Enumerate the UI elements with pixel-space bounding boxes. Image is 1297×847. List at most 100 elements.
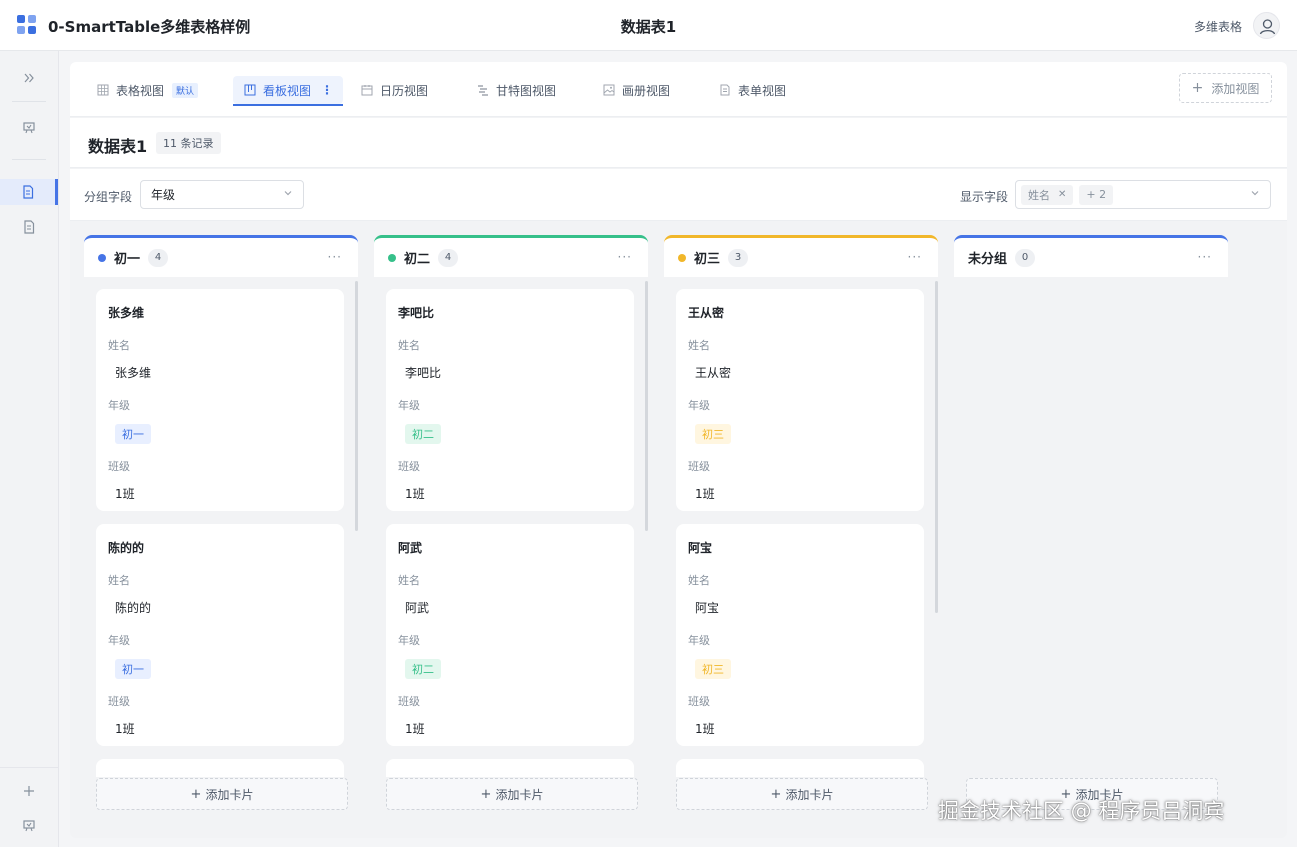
- kanban-card[interactable]: 阿宝 姓名 阿宝 年级 初三 班级 1班: [676, 524, 924, 746]
- field-label-class: 班级: [398, 695, 420, 708]
- grade-tag: 初三: [695, 659, 731, 679]
- card-title: 李吧比: [398, 306, 435, 320]
- plus-icon: +: [1191, 80, 1204, 96]
- form-icon: [718, 83, 732, 97]
- user-avatar[interactable]: [1253, 12, 1280, 39]
- card-title: 张多维: [108, 306, 145, 320]
- field-value-class: 1班: [115, 487, 135, 501]
- kanban-card[interactable]: 李吧比 姓名 李吧比 年级 初二 班级 1班: [386, 289, 634, 511]
- main-panel: 表格视图 默认 看板视图 ⋮ 日历视图 甘特图视图 画册视图 表单视图 + 添加…: [70, 62, 1287, 838]
- user-icon: [1259, 19, 1276, 35]
- column-count: 4: [438, 248, 459, 267]
- add-card-button[interactable]: + 添加卡片: [386, 778, 638, 810]
- tab-label: 看板视图: [263, 83, 312, 98]
- kanban-card-partial[interactable]: [96, 759, 344, 777]
- column-header[interactable]: 初二 4 ···: [374, 235, 648, 277]
- table-grid-icon: [96, 83, 110, 97]
- field-label-grade: 年级: [398, 399, 420, 412]
- kanban-card[interactable]: 陈的的 姓名 陈的的 年级 初一 班级 1班: [96, 524, 344, 746]
- more-icon[interactable]: ···: [1198, 250, 1212, 264]
- app-type-label[interactable]: 多维表格: [1194, 18, 1242, 35]
- column-scrollbar[interactable]: [935, 281, 938, 613]
- default-badge: 默认: [172, 82, 199, 98]
- left-sidebar: [0, 51, 59, 847]
- group-field-value: 年级: [151, 188, 176, 202]
- field-label-grade: 年级: [108, 634, 130, 647]
- filter-bar: 分组字段 年级 显示字段 姓名 ✕ + 2: [70, 169, 1287, 221]
- kanban-icon: [243, 83, 257, 97]
- kanban-card[interactable]: 阿武 姓名 阿武 年级 初二 班级 1班: [386, 524, 634, 746]
- display-field-tag[interactable]: 姓名 ✕: [1021, 184, 1074, 205]
- card-title: 王从密: [688, 306, 725, 320]
- add-table-icon[interactable]: [0, 778, 58, 804]
- field-value-name: 李吧比: [405, 366, 442, 380]
- column-name: 初二: [404, 252, 431, 267]
- column-scrollbar[interactable]: [355, 281, 358, 531]
- display-field-more-tag[interactable]: + 2: [1079, 184, 1114, 205]
- document-icon: [24, 220, 35, 234]
- field-label-grade: 年级: [108, 399, 130, 412]
- column-body: 张多维 姓名 张多维 年级 初一 班级 1班 陈的的 姓名 陈的的 年级 初一 …: [84, 277, 358, 777]
- field-value-class: 1班: [405, 487, 425, 501]
- tab-gantt-view[interactable]: 甘特图视图: [466, 76, 566, 104]
- tab-gallery-view[interactable]: 画册视图: [592, 76, 680, 104]
- kanban-column-unassigned: 未分组 0 ··· + 添加卡片: [954, 235, 1228, 815]
- chevron-down-icon: [283, 188, 293, 201]
- table-header: 数据表1 11 条记录: [70, 118, 1287, 168]
- grade-tag: 初三: [695, 424, 731, 444]
- field-label-grade: 年级: [688, 399, 710, 412]
- record-count-badge: 11 条记录: [156, 132, 221, 154]
- tab-label: 日历视图: [380, 83, 429, 98]
- field-label-class: 班级: [108, 460, 130, 473]
- kanban-card-partial[interactable]: [676, 759, 924, 777]
- field-value-name: 阿宝: [695, 601, 720, 615]
- display-field-select[interactable]: 姓名 ✕ + 2: [1015, 180, 1271, 209]
- field-label-name: 姓名: [108, 339, 130, 352]
- grade-tag: 初二: [405, 659, 441, 679]
- kanban-card[interactable]: 王从密 姓名 王从密 年级 初三 班级 1班: [676, 289, 924, 511]
- kanban-board: 初一 4 ··· 张多维 姓名 张多维 年级 初一 班级 1班 陈的的 姓名 陈…: [84, 235, 1274, 835]
- tab-label: 甘特图视图: [496, 83, 557, 98]
- column-header[interactable]: 未分组 0 ···: [954, 235, 1228, 277]
- calendar-icon: [360, 83, 374, 97]
- kanban-card-partial[interactable]: [386, 759, 634, 777]
- expand-sidebar-icon[interactable]: [0, 65, 58, 91]
- plus-icon: +: [480, 786, 492, 802]
- more-icon[interactable]: ···: [328, 250, 342, 264]
- add-view-button[interactable]: + 添加视图: [1179, 73, 1272, 103]
- field-label-class: 班级: [688, 460, 710, 473]
- tab-kanban-view[interactable]: 看板视图 ⋮: [233, 76, 344, 106]
- field-label-grade: 年级: [688, 634, 710, 647]
- tab-table-view[interactable]: 表格视图 默认: [86, 76, 208, 104]
- field-value-class: 1班: [695, 722, 715, 736]
- close-icon[interactable]: ✕: [1058, 189, 1066, 200]
- column-scrollbar[interactable]: [645, 281, 648, 531]
- more-icon[interactable]: ···: [908, 250, 922, 264]
- column-header[interactable]: 初三 3 ···: [664, 235, 938, 277]
- more-icon[interactable]: ···: [618, 250, 632, 264]
- tab-form-view[interactable]: 表单视图: [708, 76, 796, 104]
- sidebar-footer: [0, 767, 58, 847]
- top-header: 0-SmartTable多维表格样例 数据表1 多维表格: [0, 0, 1297, 51]
- kanban-card[interactable]: 张多维 姓名 张多维 年级 初一 班级 1班: [96, 289, 344, 511]
- plus-icon: +: [770, 786, 782, 802]
- add-card-button[interactable]: + 添加卡片: [676, 778, 928, 810]
- field-label-grade: 年级: [398, 634, 420, 647]
- table-title: 数据表1: [88, 137, 148, 156]
- add-dashboard-icon[interactable]: [0, 813, 58, 839]
- tab-more-icon[interactable]: ⋮: [321, 83, 333, 97]
- tab-calendar-view[interactable]: 日历视图: [350, 76, 438, 104]
- sidebar-item-table-2[interactable]: [0, 214, 58, 240]
- group-field-select[interactable]: 年级: [140, 180, 304, 209]
- field-label-class: 班级: [688, 695, 710, 708]
- field-value-name: 阿武: [405, 601, 430, 615]
- tab-label: 表格视图: [116, 83, 165, 98]
- add-card-button[interactable]: + 添加卡片: [96, 778, 348, 810]
- sidebar-divider: [12, 159, 46, 160]
- document-icon: [22, 185, 33, 199]
- column-count: 3: [728, 248, 749, 267]
- column-header[interactable]: 初一 4 ···: [84, 235, 358, 277]
- field-value-class: 1班: [405, 722, 425, 736]
- sidebar-item-table-1[interactable]: [0, 179, 58, 205]
- sidebar-item-dashboard[interactable]: [0, 115, 58, 141]
